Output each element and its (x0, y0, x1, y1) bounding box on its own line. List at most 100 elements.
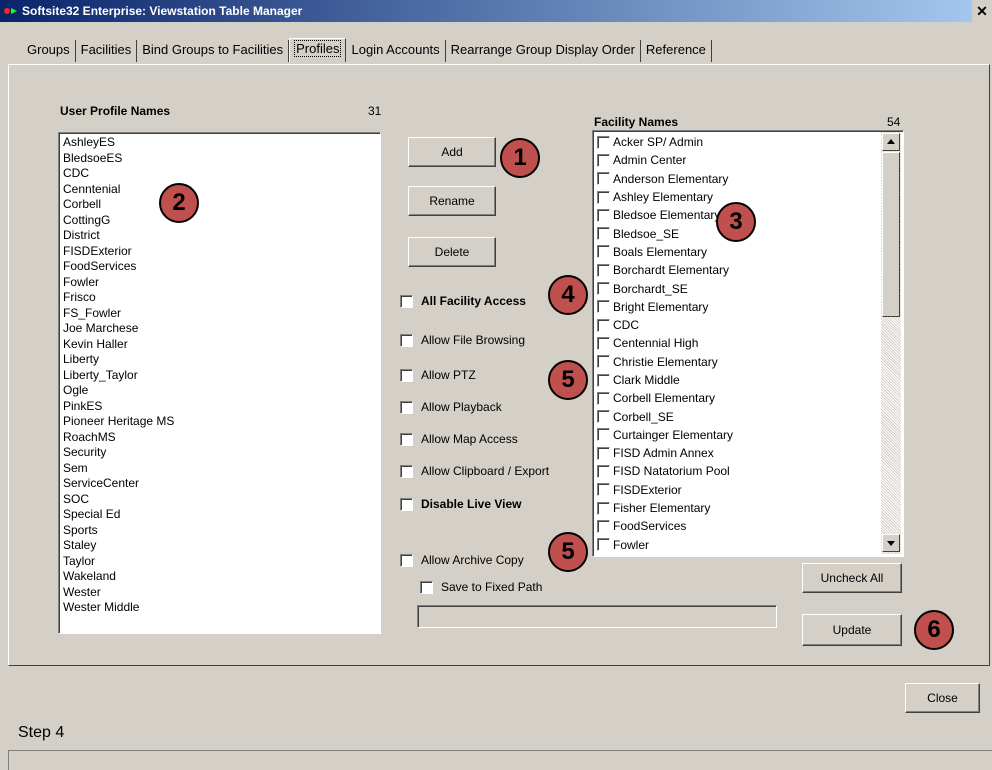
allow-ptz-option[interactable]: Allow PTZ (400, 368, 476, 382)
facility-list-item[interactable]: Anderson Elementary (593, 170, 881, 188)
tab-profiles[interactable]: Profiles (289, 38, 347, 62)
profile-list-item[interactable]: FoodServices (59, 259, 380, 275)
facility-checkbox[interactable] (597, 355, 610, 369)
allow-ptz-checkbox[interactable] (400, 368, 413, 382)
close-button[interactable]: Close (905, 683, 980, 713)
facility-checkbox[interactable] (597, 227, 610, 241)
facility-list-item[interactable]: FISD Natatorium Pool (593, 462, 881, 480)
facility-list-item[interactable]: Admin Center (593, 151, 881, 169)
facility-checkbox[interactable] (597, 501, 610, 515)
profile-list-item[interactable]: Ogle (59, 383, 380, 399)
profile-list-item[interactable]: FISDExterior (59, 244, 380, 260)
disable-live-view-checkbox[interactable] (400, 497, 413, 511)
facility-checkbox[interactable] (597, 153, 610, 167)
profile-list-item[interactable]: PinkES (59, 399, 380, 415)
facility-list-item[interactable]: Fowler (593, 536, 881, 554)
profile-list-item[interactable]: Liberty_Taylor (59, 368, 380, 384)
profile-list-item[interactable]: Cenntenial (59, 182, 380, 198)
fixed-path-field[interactable] (417, 605, 777, 628)
facility-list-item[interactable]: FoodServices (593, 517, 881, 535)
profile-list-item[interactable]: Special Ed (59, 507, 380, 523)
facility-checkbox[interactable] (597, 190, 610, 204)
disable-live-view-option[interactable]: Disable Live View (400, 497, 522, 511)
tab-facilities[interactable]: Facilities (76, 40, 138, 62)
close-window-icon[interactable]: ✕ (972, 0, 992, 22)
all-facility-access-checkbox[interactable] (400, 294, 413, 308)
profile-list-item[interactable]: Wakeland (59, 569, 380, 585)
profile-list-item[interactable]: Corbell (59, 197, 380, 213)
facility-list-item[interactable]: Borchardt Elementary (593, 261, 881, 279)
profile-list-item[interactable]: BledsoeES (59, 151, 380, 167)
allow-playback-checkbox[interactable] (400, 400, 413, 414)
allow-clipboard-export-checkbox[interactable] (400, 464, 413, 478)
allow-archive-copy-checkbox[interactable] (400, 553, 413, 567)
profile-list-item[interactable]: Wester (59, 585, 380, 601)
profile-list-item[interactable]: ServiceCenter (59, 476, 380, 492)
profile-list-item[interactable]: CottingG (59, 213, 380, 229)
profile-list-item[interactable]: Sports (59, 523, 380, 539)
profile-list-item[interactable]: Wester Middle (59, 600, 380, 616)
tab-login-accounts[interactable]: Login Accounts (346, 40, 446, 62)
facility-list-item[interactable]: CDC (593, 316, 881, 334)
tab-reference[interactable]: Reference (641, 40, 712, 62)
facility-checkbox[interactable] (597, 263, 610, 277)
profile-list-item[interactable]: Kevin Haller (59, 337, 380, 353)
tab-rearrange-group-order[interactable]: Rearrange Group Display Order (446, 40, 641, 62)
facility-checkbox[interactable] (597, 391, 610, 405)
facility-scrollbar[interactable] (881, 132, 901, 554)
profile-list-item[interactable]: Frisco (59, 290, 380, 306)
facility-list[interactable]: Acker SP/ Admin Admin Center Anderson Elem… (592, 130, 904, 557)
update-button[interactable]: Update (802, 614, 902, 646)
profile-list-item[interactable]: RoachMS (59, 430, 380, 446)
facility-list-item[interactable]: Acker SP/ Admin (593, 133, 881, 151)
profile-list-item[interactable]: Joe Marchese (59, 321, 380, 337)
facility-checkbox[interactable] (597, 373, 610, 387)
facility-checkbox[interactable] (597, 464, 610, 478)
facility-list-item[interactable]: FISDExterior (593, 481, 881, 499)
scroll-up-button[interactable] (882, 133, 900, 151)
facility-list-item[interactable]: Christie Elementary (593, 353, 881, 371)
facility-checkbox[interactable] (597, 135, 610, 149)
facility-checkbox[interactable] (597, 538, 610, 552)
facility-list-item[interactable]: Centennial High (593, 334, 881, 352)
facility-checkbox[interactable] (597, 483, 610, 497)
profile-list-item[interactable]: District (59, 228, 380, 244)
tab-bind-groups[interactable]: Bind Groups to Facilities (137, 40, 290, 62)
rename-button[interactable]: Rename (408, 186, 496, 216)
facility-checkbox[interactable] (597, 245, 610, 259)
profile-list-item[interactable]: Staley (59, 538, 380, 554)
uncheck-all-button[interactable]: Uncheck All (802, 563, 902, 593)
profile-list-item[interactable]: AshleyES (59, 135, 380, 151)
profile-list-item[interactable]: FS_Fowler (59, 306, 380, 322)
facility-checkbox[interactable] (597, 318, 610, 332)
profile-list-item[interactable]: Security (59, 445, 380, 461)
profile-list-item[interactable]: CDC (59, 166, 380, 182)
save-to-fixed-path-checkbox[interactable] (420, 580, 433, 594)
facility-checkbox[interactable] (597, 208, 610, 222)
facility-checkbox[interactable] (597, 428, 610, 442)
profile-list[interactable]: AshleyES BledsoeES CDC Cenntenial Corbell Cot… (58, 132, 381, 634)
profile-list-item[interactable]: Liberty (59, 352, 380, 368)
facility-checkbox[interactable] (597, 410, 610, 424)
delete-button[interactable]: Delete (408, 237, 496, 267)
facility-list-item[interactable]: Corbell Elementary (593, 389, 881, 407)
profile-list-item[interactable]: SOC (59, 492, 380, 508)
profile-list-item[interactable]: Fowler (59, 275, 380, 291)
allow-map-access-option[interactable]: Allow Map Access (400, 432, 518, 446)
save-to-fixed-path-option[interactable]: Save to Fixed Path (420, 580, 542, 594)
facility-list-item[interactable]: Curtainger Elementary (593, 426, 881, 444)
facility-list-item[interactable]: Clark Middle (593, 371, 881, 389)
allow-playback-option[interactable]: Allow Playback (400, 400, 502, 414)
allow-archive-copy-option[interactable]: Allow Archive Copy (400, 553, 524, 567)
facility-list-item[interactable]: Borchardt_SE (593, 279, 881, 297)
profile-list-item[interactable]: Sem (59, 461, 380, 477)
facility-checkbox[interactable] (597, 172, 610, 186)
facility-checkbox[interactable] (597, 446, 610, 460)
facility-list-item[interactable]: Boals Elementary (593, 243, 881, 261)
allow-file-browsing-option[interactable]: Allow File Browsing (400, 333, 525, 347)
facility-list-item[interactable]: Bright Elementary (593, 298, 881, 316)
profile-list-item[interactable]: Pioneer Heritage MS (59, 414, 380, 430)
facility-checkbox[interactable] (597, 336, 610, 350)
facility-list-item[interactable]: Corbell_SE (593, 407, 881, 425)
facility-list-item[interactable]: Fisher Elementary (593, 499, 881, 517)
